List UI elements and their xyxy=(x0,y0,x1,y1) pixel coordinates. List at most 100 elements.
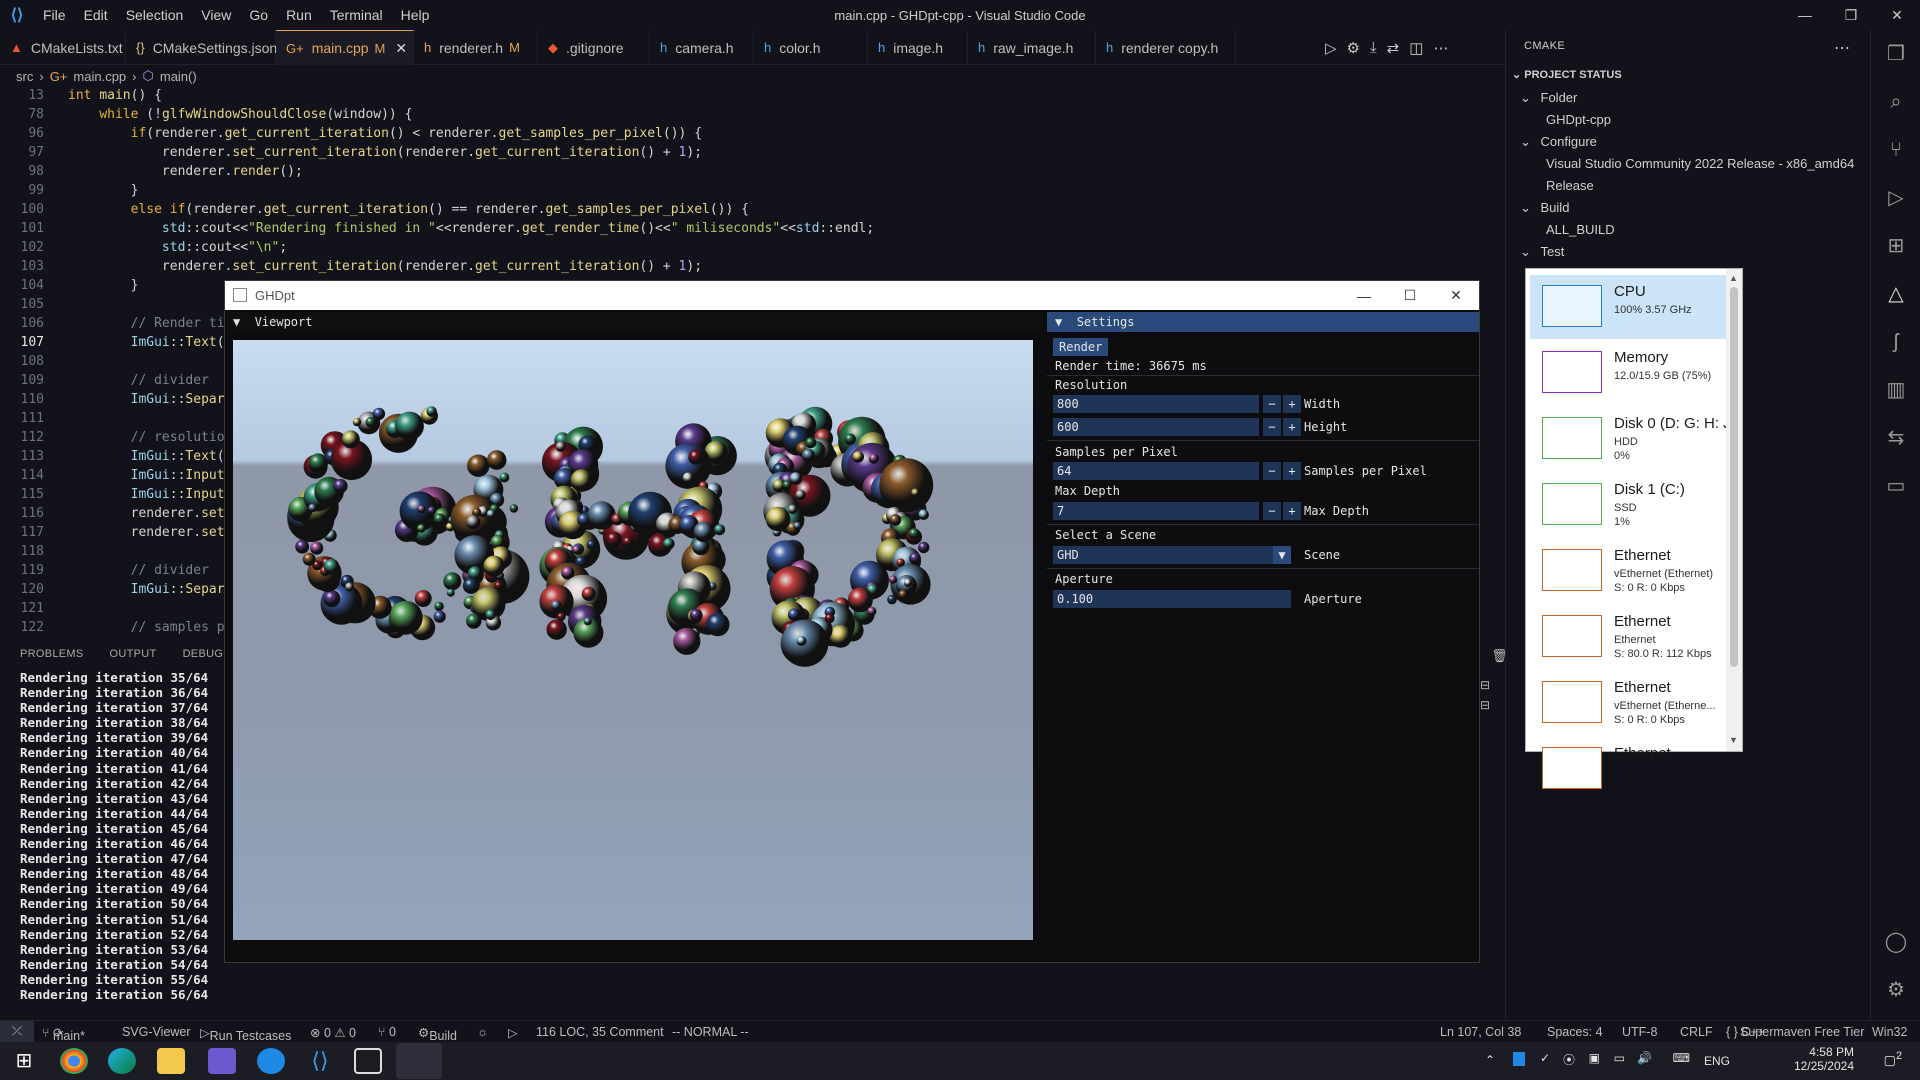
maximize-icon[interactable]: ☐ xyxy=(1387,281,1433,310)
cursor-position[interactable]: Ln 107, Col 38 xyxy=(1440,1025,1521,1039)
tab-cmakesettings-json[interactable]: {} CMakeSettings.json xyxy=(126,30,277,65)
project-status-section[interactable]: ⌄ PROJECT STATUS xyxy=(1512,68,1622,81)
menu-edit[interactable]: Edit xyxy=(75,7,117,23)
dropdown-arrow-icon[interactable]: ▼ xyxy=(1273,546,1291,564)
menu-file[interactable]: File xyxy=(34,7,75,23)
breadcrumb-file[interactable]: main.cpp xyxy=(73,69,126,84)
tab-image-h[interactable]: h image.h xyxy=(868,30,968,65)
perf-item-ethernet[interactable]: Ethernet Ethernet S: 80.0 R: 112 Kbps xyxy=(1530,605,1730,669)
menu-go[interactable]: Go xyxy=(240,7,277,23)
height-decrement-button[interactable]: − xyxy=(1263,418,1281,436)
app-icon[interactable] xyxy=(208,1048,236,1074)
code-line[interactable]: // divider xyxy=(68,563,209,578)
build-node[interactable]: ⌄ Build xyxy=(1520,200,1569,216)
code-line[interactable]: std::cout<<"Rendering finished in "<<ren… xyxy=(68,221,874,236)
code-line[interactable]: renderer.set xyxy=(68,506,225,521)
tab-main-cpp[interactable]: G+ main.cpp M ✕ xyxy=(276,30,414,65)
chevron-up-icon[interactable]: ⌃ xyxy=(1485,1053,1495,1067)
configure-value[interactable]: Visual Studio Community 2022 Release - x… xyxy=(1546,156,1854,171)
edge-icon[interactable] xyxy=(108,1048,136,1074)
branch-status[interactable]: ⑂ main* ⟳ xyxy=(42,1025,85,1043)
restore-icon[interactable]: ❐ xyxy=(1828,0,1874,30)
output-console[interactable]: Rendering iteration 35/64 Rendering itera… xyxy=(20,670,208,1002)
ghdpt-taskbar-icon[interactable] xyxy=(396,1043,442,1079)
code-line[interactable]: // Render ti xyxy=(68,316,225,331)
ports-status[interactable]: ⑂ 0 xyxy=(378,1025,396,1039)
encoding-status[interactable]: UTF-8 xyxy=(1622,1025,1657,1039)
clock[interactable]: 4:58 PM 12/25/2024 xyxy=(1794,1045,1854,1073)
aperture-slider[interactable]: 0.100 xyxy=(1053,590,1291,608)
scroll-up-icon[interactable]: ▲ xyxy=(1729,273,1738,283)
more-icon[interactable]: ⋯ xyxy=(1834,38,1850,58)
width-increment-button[interactable]: + xyxy=(1283,395,1301,413)
tool-icon[interactable]: ʃ xyxy=(1884,330,1908,354)
source-control-icon[interactable]: ⑂ xyxy=(1884,138,1908,162)
perf-item-memory[interactable]: Memory 12.0/15.9 GB (75%) xyxy=(1530,341,1730,405)
run-testcases-status[interactable]: ▷ Run Testcases xyxy=(200,1025,291,1043)
vscode-logo-icon[interactable]: ⟨⟩ xyxy=(0,0,34,30)
panel-tab-problems[interactable]: PROBLEMS xyxy=(20,648,84,660)
split-editor-icon[interactable]: ◫ xyxy=(1409,39,1423,57)
svg-viewer-status[interactable]: SVG-Viewer xyxy=(122,1025,191,1039)
code-line[interactable]: int main() { xyxy=(68,88,162,103)
terminal-taskbar-icon[interactable] xyxy=(354,1048,382,1074)
depth-increment-button[interactable]: + xyxy=(1283,502,1301,520)
settings-header[interactable]: ▼ Settings xyxy=(1047,312,1479,332)
compare-icon[interactable]: ⇄ xyxy=(1387,39,1400,57)
menu-view[interactable]: View xyxy=(192,7,240,23)
close-tab-icon[interactable]: ✕ xyxy=(395,40,407,57)
folder-node[interactable]: ⌄ Folder xyxy=(1520,90,1577,106)
code-line[interactable]: } xyxy=(68,183,139,198)
code-line[interactable]: ImGui::Input xyxy=(68,487,225,502)
code-line[interactable]: // resolutio xyxy=(68,430,225,445)
settings-icon[interactable]: ⚙ xyxy=(1347,39,1360,57)
more-actions-icon[interactable]: ⋯ xyxy=(1433,39,1448,57)
explorer-icon[interactable]: ❐ xyxy=(1884,42,1908,66)
code-line[interactable]: std::cout<<"\n"; xyxy=(68,240,287,255)
network-icon[interactable]: ▭ xyxy=(1614,1051,1625,1065)
volume-icon[interactable]: 🔊 xyxy=(1637,1051,1652,1065)
language-indicator[interactable]: ENG xyxy=(1704,1054,1730,1068)
tray-app-icon[interactable]: ✓ xyxy=(1540,1051,1550,1065)
comments-icon[interactable]: ▭ xyxy=(1884,474,1908,498)
debug-icon[interactable]: ☼ xyxy=(477,1025,488,1039)
eol-status[interactable]: CRLF xyxy=(1680,1025,1713,1039)
width-decrement-button[interactable]: − xyxy=(1263,395,1281,413)
gear-icon[interactable]: ⚙ xyxy=(1884,978,1908,1002)
code-line[interactable]: } xyxy=(68,278,139,293)
depth-decrement-button[interactable]: − xyxy=(1263,502,1281,520)
extensions-icon[interactable]: ⊞ xyxy=(1884,234,1908,258)
minimize-icon[interactable]: — xyxy=(1341,281,1387,310)
perf-item-cpu[interactable]: CPU 100% 3.57 GHz xyxy=(1530,275,1730,339)
folder-value[interactable]: GHDpt-cpp xyxy=(1546,112,1611,127)
search-icon[interactable]: ⌕ xyxy=(1884,90,1908,114)
account-icon[interactable]: ◯ xyxy=(1884,930,1908,954)
terminal-icon[interactable]: ⊟ xyxy=(1480,695,1490,715)
breadcrumb-folder[interactable]: src xyxy=(16,69,33,84)
close-icon[interactable]: ✕ xyxy=(1433,281,1479,310)
code-line[interactable]: // samples p xyxy=(68,620,225,635)
tab-cmakelists-txt[interactable]: ▲ CMakeLists.txt xyxy=(0,30,126,65)
perf-item-ethernet[interactable]: Ethernet vEthernet (Etherne... S: 0 R: 0 K… xyxy=(1530,671,1730,735)
app-icon[interactable] xyxy=(257,1048,285,1074)
run-icon[interactable]: ▷ xyxy=(1325,39,1337,57)
code-line[interactable]: ImGui::Separ xyxy=(68,392,225,407)
tab-camera-h[interactable]: h camera.h xyxy=(650,30,754,65)
width-input[interactable]: 800 xyxy=(1053,395,1259,413)
keyboard-icon[interactable]: ⌨ xyxy=(1673,1051,1690,1065)
render-button[interactable]: Render xyxy=(1053,338,1109,356)
build-value[interactable]: ALL_BUILD xyxy=(1546,222,1615,237)
depth-input[interactable]: 7 xyxy=(1053,502,1259,520)
scrollbar-thumb[interactable] xyxy=(1730,287,1738,667)
height-increment-button[interactable]: + xyxy=(1283,418,1301,436)
problems-status[interactable]: ⊗ 0 ⚠ 0 xyxy=(310,1025,356,1040)
spp-input[interactable]: 64 xyxy=(1053,462,1259,480)
scrollbar[interactable]: ▲ ▼ xyxy=(1726,269,1742,751)
code-line[interactable]: ImGui::Text( xyxy=(68,449,225,464)
menu-terminal[interactable]: Terminal xyxy=(321,7,392,23)
tray-app-icon[interactable]: ⦿ xyxy=(1563,1051,1575,1068)
breadcrumb-symbol[interactable]: main() xyxy=(160,69,197,84)
test-node[interactable]: ⌄ Test xyxy=(1520,244,1564,260)
terminal-icon[interactable]: ⊟ xyxy=(1480,675,1490,695)
tab-color-h[interactable]: h color.h xyxy=(754,30,868,65)
